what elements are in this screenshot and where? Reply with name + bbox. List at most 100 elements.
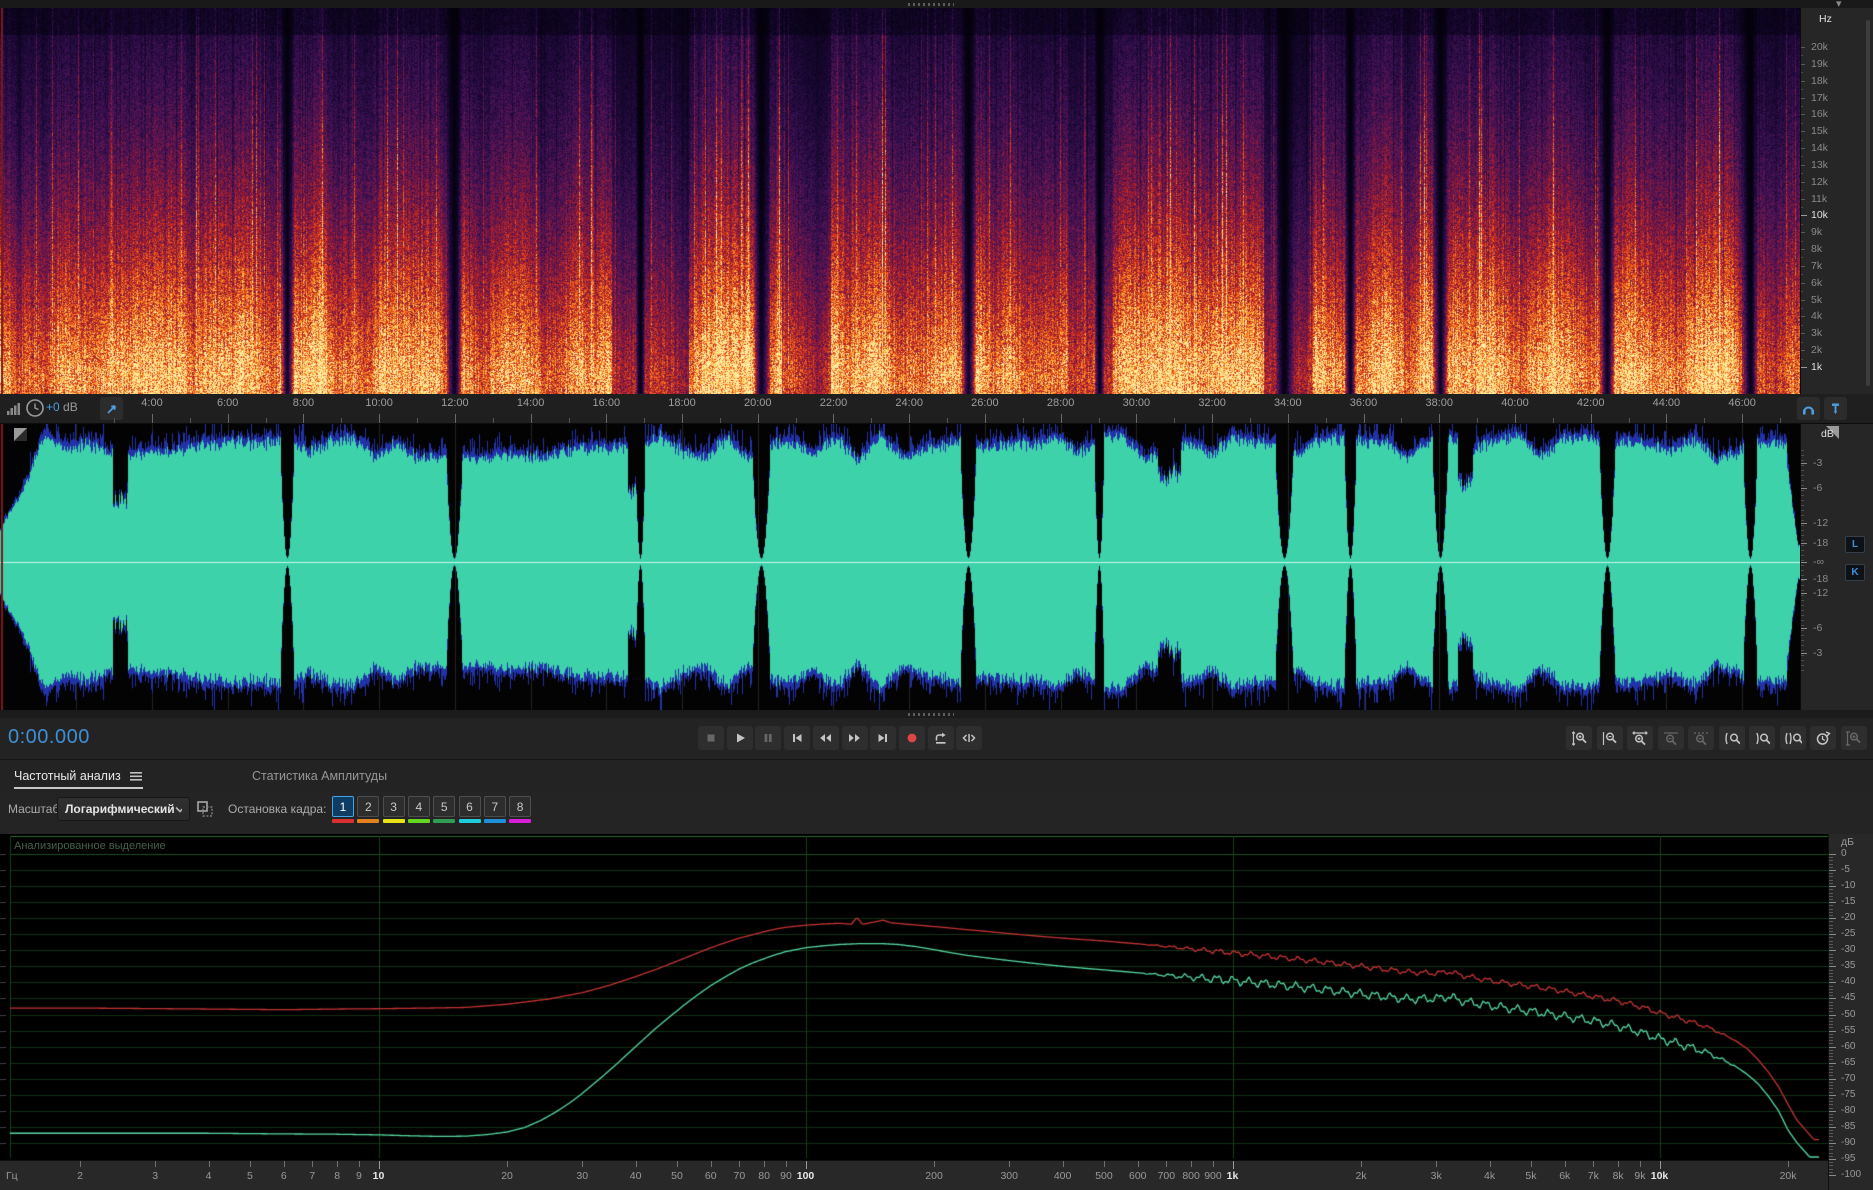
hz-tick — [1801, 366, 1807, 368]
hz-tick-label: 12k — [1811, 175, 1828, 188]
ruler-major-tick — [833, 414, 835, 423]
db-minor-tick — [1801, 605, 1804, 606]
skip-to-end-button[interactable] — [870, 726, 897, 750]
panel-menu-icon[interactable] — [129, 770, 143, 782]
db-tick — [1801, 628, 1807, 629]
hold-frame-button-1[interactable]: 1 — [332, 796, 354, 817]
channel-badge-left[interactable]: L — [1845, 536, 1865, 553]
spectrogram-display[interactable] — [0, 8, 1800, 394]
db-minor-tick — [1801, 590, 1804, 591]
frequency-analysis-plot[interactable] — [0, 834, 1873, 1160]
reset-zoom-button[interactable] — [1810, 726, 1836, 750]
db-axis-tick — [1829, 1072, 1833, 1074]
divider-grip[interactable] — [908, 3, 954, 6]
db-minor-tick — [1801, 545, 1804, 546]
hold-frame-color-1 — [332, 819, 354, 823]
loop-monitor-button[interactable] — [1797, 397, 1820, 420]
zoom-in-point-button[interactable] — [1718, 726, 1745, 750]
analyzed-selection-label: Анализированное выделение — [14, 840, 166, 852]
ruler-major-tick — [606, 414, 608, 423]
hz-tick — [1801, 249, 1805, 251]
vertical-scrollbar[interactable] — [1866, 20, 1870, 386]
tab-frequency-analysis[interactable]: Частотный анализ — [14, 760, 143, 792]
hz-minor-tick — [1801, 223, 1803, 225]
ruler-minor-tick — [1249, 418, 1251, 423]
hz-tick — [1801, 299, 1805, 301]
db-axis-tick — [1829, 947, 1833, 949]
hz-minor-tick — [1801, 341, 1803, 343]
zoom-selection-button[interactable] — [1688, 726, 1714, 750]
rewind-button[interactable] — [812, 726, 839, 750]
hold-frame-button-6[interactable]: 6 — [458, 796, 481, 817]
skip-selection-button[interactable] — [956, 726, 983, 750]
zoom-out-vertical-button[interactable] — [1596, 726, 1623, 750]
hz-axis-label: Гц — [6, 1170, 18, 1182]
zoom-full-button[interactable] — [1840, 726, 1867, 750]
db-minor-tick — [1801, 625, 1804, 626]
hz-tick — [1801, 47, 1805, 48]
db-tick-label: -12 — [1813, 517, 1829, 529]
hold-frame-button-8[interactable]: 8 — [509, 796, 532, 817]
db-axis-tick — [1829, 882, 1833, 884]
play-button[interactable] — [726, 726, 753, 750]
copy-settings-icon[interactable] — [196, 800, 214, 818]
zoom-out-point-button[interactable] — [1749, 726, 1775, 750]
db-axis-tick — [1829, 1040, 1833, 1042]
waveform-corner-handle[interactable] — [14, 428, 27, 441]
skip-to-start-button[interactable] — [784, 726, 811, 750]
db-axis-tick — [1829, 1088, 1833, 1090]
zoom-in-vertical-button[interactable] — [1566, 726, 1592, 750]
pause-button[interactable] — [755, 726, 782, 750]
scale-dropdown[interactable]: Логарифмический — [57, 797, 190, 821]
db-axis-tick — [1829, 895, 1833, 897]
db-axis-tick — [1829, 956, 1833, 958]
divider-grip[interactable] — [908, 713, 954, 716]
record-button[interactable] — [898, 726, 925, 750]
ruler-time-label: 38:00 — [1425, 397, 1453, 409]
zoom-in-horizontal-button[interactable] — [1627, 726, 1653, 750]
freq-tick — [1436, 1161, 1438, 1167]
db-minor-tick — [1801, 485, 1804, 486]
pin-button[interactable] — [1824, 397, 1847, 420]
db-minor-tick — [1801, 490, 1804, 491]
hz-unit-label: Hz — [1819, 13, 1832, 25]
waveform-display[interactable] — [0, 424, 1800, 710]
timeline-ruler[interactable]: +0 dB 4:00 6:00 8:00 10:00 12:00 14:00 16:00 18… — [0, 394, 1873, 424]
hold-frame-color-6 — [458, 819, 481, 823]
db-axis-tick — [1829, 898, 1833, 900]
move-playhead-button[interactable] — [100, 397, 123, 420]
db-tick — [1801, 543, 1807, 544]
hold-frame-button-4[interactable]: 4 — [407, 796, 430, 817]
db-minor-tick — [1801, 505, 1804, 506]
hold-frame-button-2[interactable]: 2 — [357, 796, 380, 817]
db-minor-tick — [1801, 500, 1804, 501]
panel-divider[interactable] — [0, 710, 1873, 718]
fast-forward-button[interactable] — [841, 726, 868, 750]
amplitude-scale[interactable]: dB L K -3 -6 -12 -18 -∞ -18 -12 -6 -3 — [1800, 424, 1873, 710]
hold-frame-color-4 — [407, 819, 430, 823]
freq-tick — [507, 1161, 509, 1167]
ruler-major-tick — [530, 414, 532, 423]
zoom-out-horizontal-button[interactable] — [1657, 726, 1684, 750]
channel-badge-right[interactable]: K — [1845, 564, 1865, 581]
time-display[interactable]: 0:00.000 — [8, 726, 90, 749]
freq-tick — [582, 1161, 584, 1167]
db-tick-label: -6 — [1813, 622, 1823, 634]
panel-divider-top[interactable] — [0, 0, 1873, 8]
tab-amplitude-statistics[interactable]: Статистика Амплитуды — [252, 760, 387, 792]
db-axis-tick — [1829, 1097, 1833, 1099]
freq-tick — [805, 1161, 807, 1169]
active-tab-underline — [14, 787, 143, 789]
db-axis-tick — [1829, 1062, 1836, 1064]
hold-frame-button-7[interactable]: 7 — [483, 796, 506, 817]
stop-button[interactable] — [698, 726, 724, 750]
db-axis-tick-label: -40 — [1841, 976, 1856, 988]
gain-readout[interactable]: +0 dB — [46, 400, 78, 414]
loop-playback-button[interactable] — [927, 726, 954, 750]
zoom-to-selection-button[interactable] — [1779, 726, 1806, 750]
ruler-minor-tick — [1022, 418, 1024, 423]
db-axis-tick-label: -60 — [1841, 1040, 1856, 1052]
hold-frame-button-5[interactable]: 5 — [433, 796, 456, 817]
frequency-scale[interactable]: Hz 20k 19k 18k 17k 16k 15k 14k 13k 12k 11k 10k 9k 8k… — [1800, 8, 1873, 394]
hold-frame-button-3[interactable]: 3 — [382, 796, 405, 817]
